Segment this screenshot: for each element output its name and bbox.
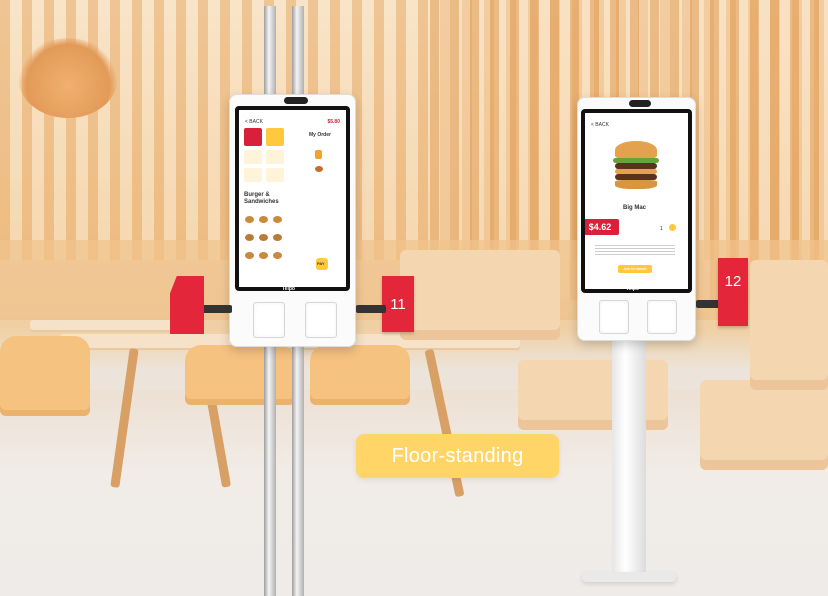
big-mac-bun-bottom xyxy=(615,180,657,189)
scanner[interactable] xyxy=(305,302,337,338)
order-title: My Order xyxy=(309,132,331,138)
quantity-value: 1 xyxy=(660,226,663,232)
section-title: Burger & Sandwiches xyxy=(244,192,279,205)
add-to-order-label: ADD TO ORDER xyxy=(623,267,647,271)
order-total: $5.80 xyxy=(327,119,340,125)
category-tile[interactable] xyxy=(244,150,262,164)
add-to-order-button[interactable]: ADD TO ORDER xyxy=(618,265,652,273)
table-number: 11 xyxy=(390,295,406,313)
kiosk-floor-standing: < BACK Big Mac $4.62 1 ADD TO ORDER Telp… xyxy=(577,97,696,341)
card-reader[interactable] xyxy=(253,302,285,338)
card-reader[interactable] xyxy=(599,300,629,334)
camera xyxy=(284,97,308,104)
fries-icon xyxy=(315,150,322,159)
menu-item-burger[interactable] xyxy=(245,216,254,223)
brand-logo: Telpo xyxy=(282,286,295,292)
category-tile[interactable] xyxy=(244,128,262,146)
kiosk-base xyxy=(582,572,676,582)
table-number-sign xyxy=(170,276,204,334)
kiosk-screen: < BACK Big Mac $4.62 1 ADD TO ORDER Telp… xyxy=(581,109,692,293)
kiosk-wall-mounted: < BACK $5.80 My Order Burger & Sandwiche… xyxy=(229,94,356,347)
kiosk-stand xyxy=(612,338,646,578)
back-link[interactable]: < BACK xyxy=(245,119,263,125)
menu-item-burger[interactable] xyxy=(259,252,268,259)
burger-icon xyxy=(315,166,323,172)
big-mac-bun-top xyxy=(615,141,657,159)
quantity-plus-button[interactable] xyxy=(669,224,676,231)
receipt-printer xyxy=(356,305,386,313)
restaurant-scene: < BACK $5.80 My Order Burger & Sandwiche… xyxy=(0,0,828,596)
table-number: 12 xyxy=(724,272,742,290)
description-text xyxy=(595,245,675,255)
chair xyxy=(185,345,295,405)
table-number-sign: 12 xyxy=(718,258,748,326)
chair xyxy=(310,345,410,405)
pay-button[interactable]: PAY xyxy=(316,258,328,270)
menu-item-burger[interactable] xyxy=(245,252,254,259)
dining-table xyxy=(30,320,190,330)
menu-item-burger[interactable] xyxy=(245,234,254,241)
camera xyxy=(629,100,651,107)
booth-seat xyxy=(700,380,828,470)
chair xyxy=(0,336,90,416)
menu-item-burger[interactable] xyxy=(273,216,282,223)
scanner[interactable] xyxy=(647,300,677,334)
booth-seat xyxy=(750,260,828,390)
kiosk-display[interactable]: < BACK Big Mac $4.62 1 ADD TO ORDER xyxy=(585,113,688,289)
menu-item-burger[interactable] xyxy=(259,234,268,241)
brand-logo: Telpo xyxy=(626,286,639,292)
back-link[interactable]: < BACK xyxy=(591,122,609,128)
table-number-sign: 11 xyxy=(382,276,414,332)
price: $4.62 xyxy=(588,222,612,232)
badge-label: Floor-standing xyxy=(391,444,524,467)
booth-seat xyxy=(400,250,560,340)
kiosk-screen: < BACK $5.80 My Order Burger & Sandwiche… xyxy=(235,106,350,292)
category-tile[interactable] xyxy=(266,128,284,146)
menu-item-burger[interactable] xyxy=(273,252,282,259)
category-tile[interactable] xyxy=(244,168,262,182)
pay-label: PAY xyxy=(317,261,325,266)
menu-item-burger[interactable] xyxy=(259,216,268,223)
category-tile[interactable] xyxy=(266,168,284,182)
floor-standing-badge: Floor-standing xyxy=(356,434,559,478)
plant-decoration xyxy=(18,38,118,118)
menu-item-burger[interactable] xyxy=(273,234,282,241)
price-tag: $4.62 xyxy=(585,219,619,235)
category-tile[interactable] xyxy=(266,150,284,164)
product-name: Big Mac xyxy=(623,205,647,211)
kiosk-display[interactable]: < BACK $5.80 My Order Burger & Sandwiche… xyxy=(239,110,346,287)
